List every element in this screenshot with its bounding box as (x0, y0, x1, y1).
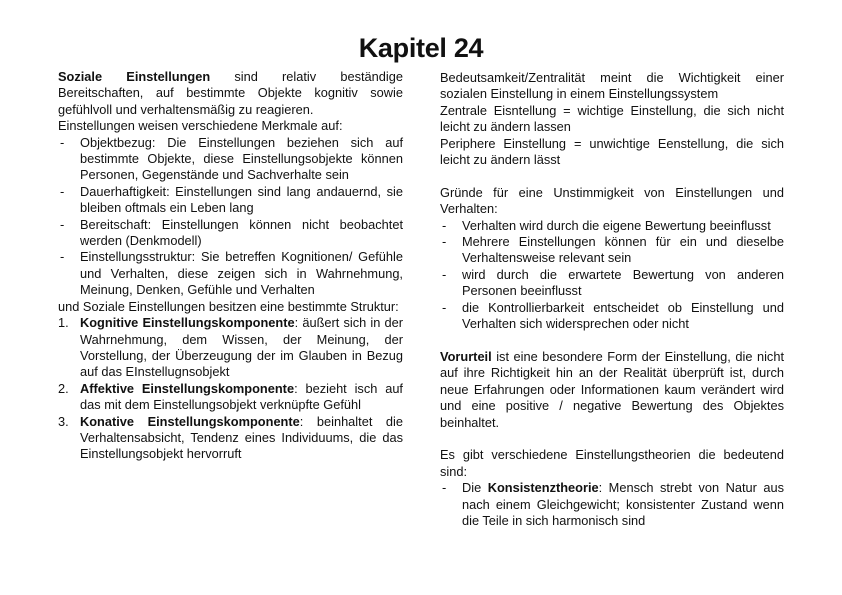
reasons-list: Verhalten wird durch die eigene Bewertun… (440, 218, 784, 333)
list-item-dauerhaftigkeit: Dauerhaftigkeit: Einstellungen sind lang… (58, 184, 403, 217)
term-konsistenztheorie: Konsistenztheorie (487, 480, 599, 496)
left-column: Soziale Einstellungen sind relativ bestä… (58, 69, 403, 463)
centrality-paragraph: Bedeutsamkeit/Zentralität meint die Wich… (440, 70, 784, 102)
theory-prefix: Die (462, 480, 488, 496)
term-affektive: Affektive Einstellungskomponente (80, 380, 295, 396)
structure-intro: und Soziale Einstellungen besitzen eine … (58, 298, 399, 314)
features-list: Objektbezug: Die Einstellungen beziehen … (58, 135, 403, 299)
theories-list: Die Konsistenztheorie: Mensch strebt von… (440, 480, 784, 529)
reasons-intro: Gründe für eine Unstimmigkeit von Einste… (440, 184, 784, 217)
list-item-reason: die Kontrollierbarkeit entscheidet ob Ei… (440, 300, 784, 333)
list-item-kognitive: 1. Kognitive Einstellungskomponente: äuße… (58, 315, 403, 381)
list-item-konative: 3. Konative Einstellungskomponente: beinh… (58, 414, 403, 463)
definition-paragraph: Soziale Einstellungen sind relativ bestä… (58, 69, 403, 118)
list-item-einstellungsstruktur: Einstellungsstruktur: Sie betreffen Kogn… (58, 249, 403, 298)
list-item-konsistenztheorie: Die Konsistenztheorie: Mensch strebt von… (440, 480, 784, 529)
term-vorurteil: Vorurteil (440, 348, 492, 364)
list-item-reason: wird durch die erwartete Bewertung von a… (440, 267, 784, 300)
term-soziale-einstellungen: Soziale Einstellungen (58, 69, 211, 84)
list-item-bereitschaft: Bereitschaft: Einstellungen können nicht… (58, 217, 403, 250)
right-column: Bedeutsamkeit/Zentralität meint die Wich… (440, 70, 784, 529)
prejudice-paragraph: Vorurteil ist eine besondere Form der Ei… (440, 349, 784, 431)
list-item-objektbezug: Objektbezug: Die Einstellungen beziehen … (58, 135, 403, 184)
term-kognitive: Kognitive Einstellungskomponente (80, 315, 295, 331)
list-item-reason: Verhalten wird durch die eigene Bewertun… (440, 218, 784, 235)
list-number: 3. (58, 413, 69, 429)
components-list: 1. Kognitive Einstellungskomponente: äuße… (58, 315, 403, 463)
central-attitude-paragraph: Zentrale Eisntellung = wichtige Einstell… (440, 102, 784, 135)
peripheral-attitude-paragraph: Periphere Einstellung = unwichtige Eenst… (440, 135, 784, 168)
theories-intro: Es gibt verschiedene Einstellungstheorie… (440, 447, 784, 479)
list-item-reason: Mehrere Einstellungen können für ein und… (440, 234, 784, 267)
features-intro: Einstellungen weisen verschiedene Merkma… (58, 118, 343, 134)
list-item-affektive: 2. Affektive Einstellungskomponente: bezi… (58, 381, 403, 414)
term-konative: Konative Einstellungskomponente (80, 413, 300, 429)
list-number: 2. (58, 380, 69, 396)
prejudice-text: ist eine besondere Form der Einstellung,… (440, 348, 784, 430)
list-number: 1. (58, 315, 69, 331)
page-title: Kapitel 24 (358, 33, 484, 63)
